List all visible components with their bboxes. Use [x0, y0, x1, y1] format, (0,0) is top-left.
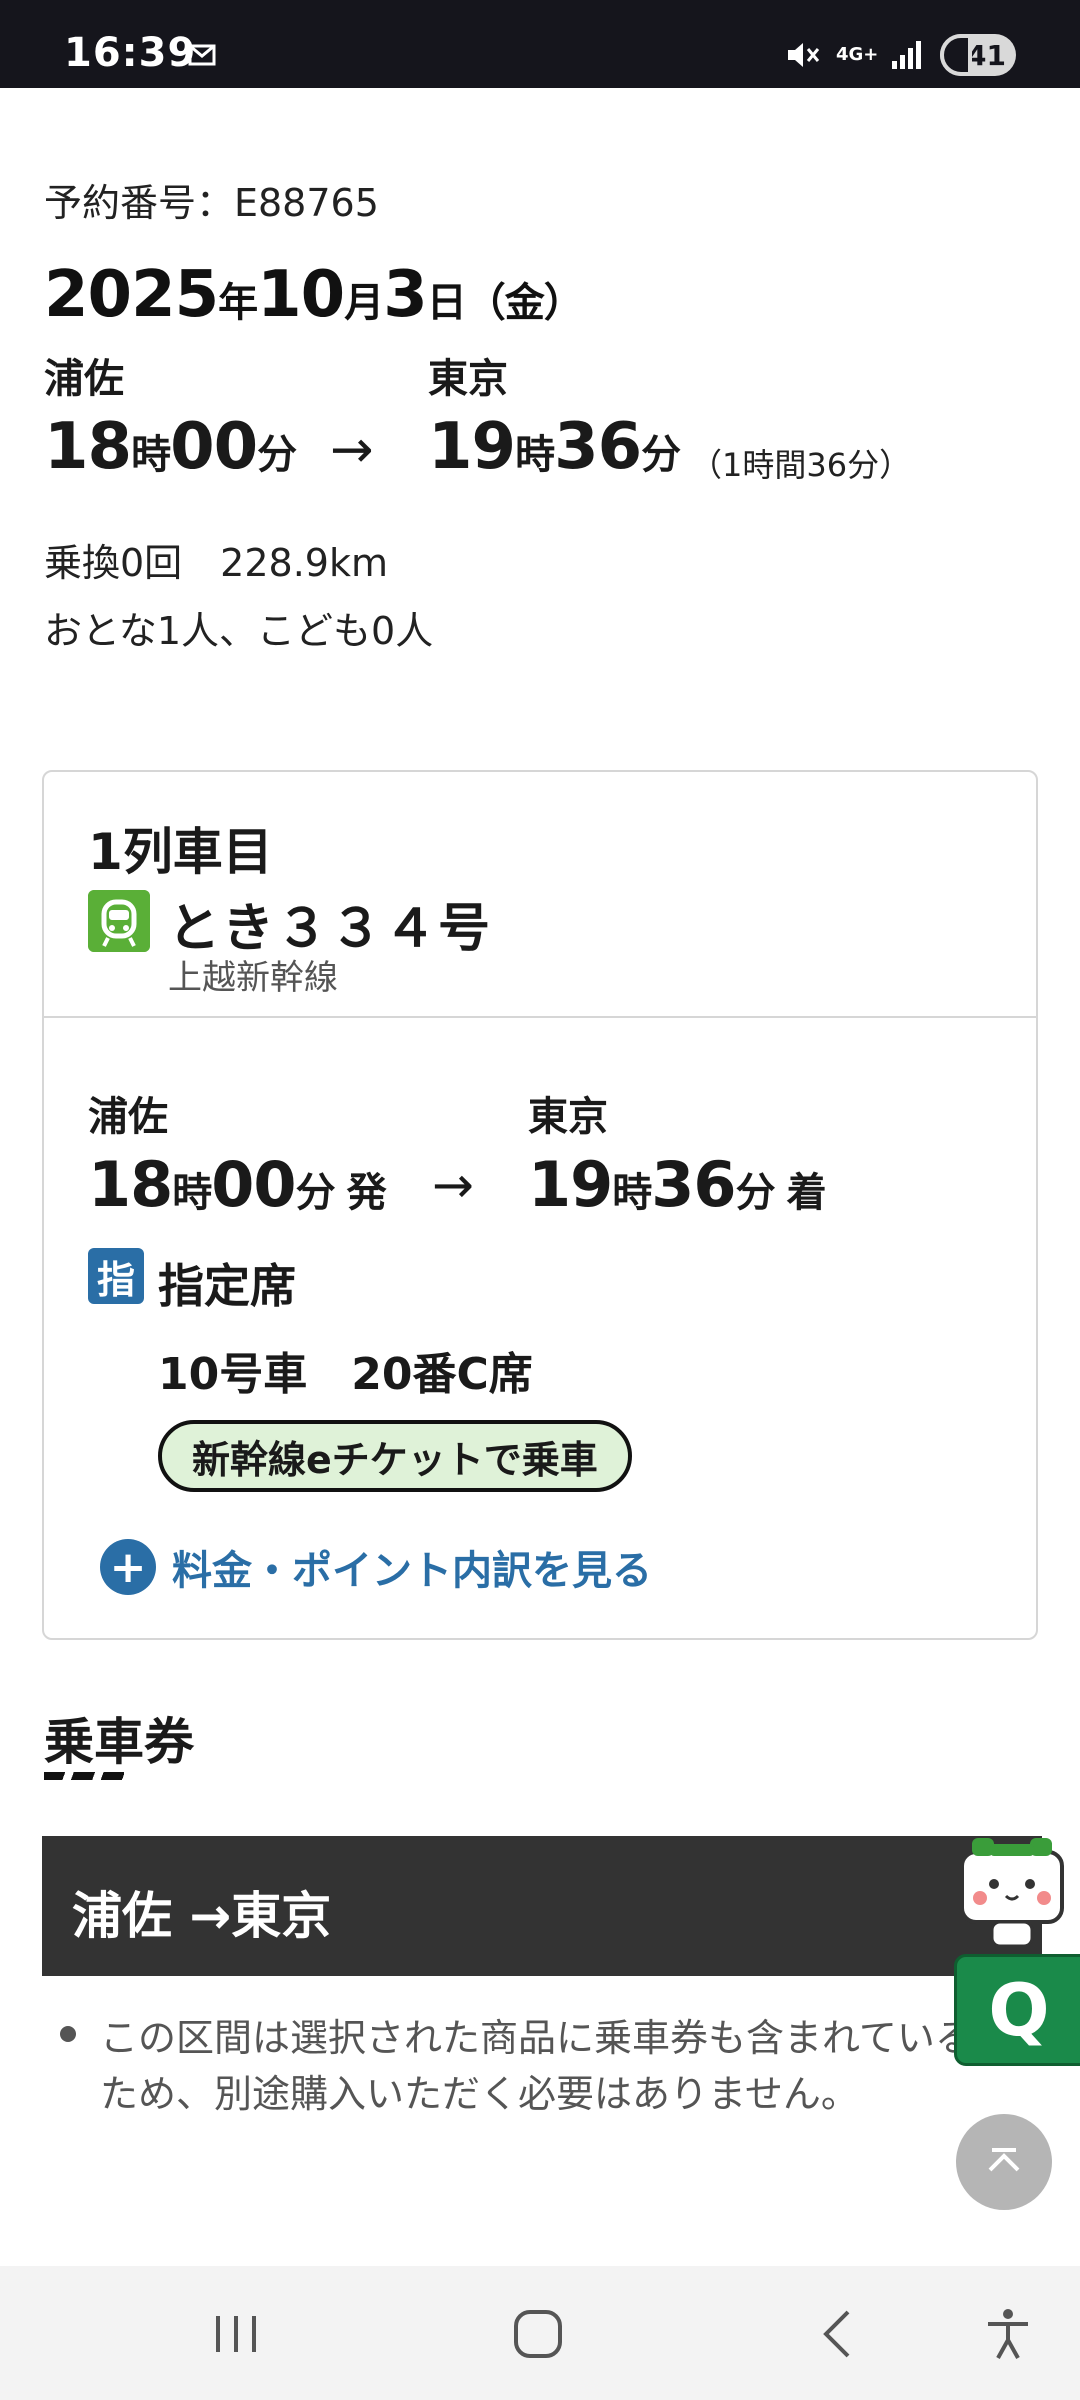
card-arrival-station: 東京 [528, 1094, 608, 1140]
recent-apps-icon[interactable] [208, 2306, 264, 2362]
battery-level: 41 [967, 38, 1006, 72]
seat-type: 指定席 [158, 1259, 296, 1313]
signal-icon [892, 41, 921, 69]
travel-date: 2025年10月3日（金） [44, 258, 584, 332]
battery-icon: 41 [940, 34, 1016, 76]
accessibility-icon[interactable] [980, 2306, 1036, 2362]
mascot-assistant-icon[interactable] [952, 1830, 1080, 1958]
departure-station: 浦佐 [44, 356, 124, 402]
route-arrow: → [330, 420, 374, 480]
train-card-title: 1列車目 [88, 823, 273, 881]
card-departure-station: 浦佐 [88, 1094, 168, 1140]
card-departure-time: 18時00分発 [88, 1148, 387, 1221]
seat-number: 10号車 20番C席 [158, 1349, 533, 1400]
ticket-route-bar: 浦佐 →東京 [42, 1836, 1042, 1976]
home-icon[interactable] [510, 2306, 566, 2362]
back-icon[interactable] [812, 2306, 868, 2362]
ticket-section-title: 乗車券 [44, 1713, 194, 1771]
line-name: 上越新幹線 [168, 958, 338, 998]
transfer-distance: 乗換0回 228.9km [44, 541, 388, 585]
mute-icon [788, 43, 820, 67]
scroll-top-button[interactable] [956, 2114, 1052, 2210]
fare-breakdown-label: 料金・ポイント内訳を見る [172, 1548, 652, 1594]
bullet-icon [60, 2026, 76, 2042]
status-time: 16:39 [64, 30, 197, 76]
mail-icon [188, 44, 216, 66]
card-arrival-time: 19時36分着 [528, 1148, 827, 1221]
arrival-station: 東京 [428, 356, 508, 402]
card-route-arrow: → [432, 1156, 474, 1214]
reservation-number: 予約番号：E88765 [44, 181, 379, 225]
arrival-time: 19時36分 [428, 410, 681, 484]
passenger-count: おとな1人、こども0人 [44, 609, 434, 653]
section-underline [44, 1772, 124, 1780]
system-nav-bar [0, 2266, 1080, 2400]
plus-icon: + [100, 1539, 156, 1595]
chevron-up-icon [988, 2148, 1020, 2172]
faq-button[interactable]: Q [954, 1954, 1080, 2066]
ticket-note: この区間は選択された商品に乗車券も含まれているため、別途購入いただく必要はありま… [100, 2016, 973, 2116]
departure-time: 18時00分 [44, 410, 297, 484]
fare-breakdown-link[interactable]: + 料金・ポイント内訳を見る [100, 1538, 652, 1596]
network-4g-icon: 4G+ [836, 44, 879, 65]
shinkansen-icon [88, 890, 150, 952]
trip-duration: （1時間36分） [690, 446, 912, 484]
reserved-seat-badge: 指 [88, 1248, 144, 1304]
eticket-badge: 新幹線eチケットで乗車 [158, 1420, 632, 1492]
status-icons: 4G+ 41 [784, 34, 1016, 76]
ticket-route-label: 浦佐 →東京 [72, 1887, 332, 1945]
status-bar: 16:39 4G+ 41 [0, 0, 1080, 88]
card-divider [44, 1016, 1036, 1018]
train-card: 1列車目 とき３３４号 上越新幹線 浦佐 東京 18時00分発 → 19時36分… [42, 770, 1038, 1640]
